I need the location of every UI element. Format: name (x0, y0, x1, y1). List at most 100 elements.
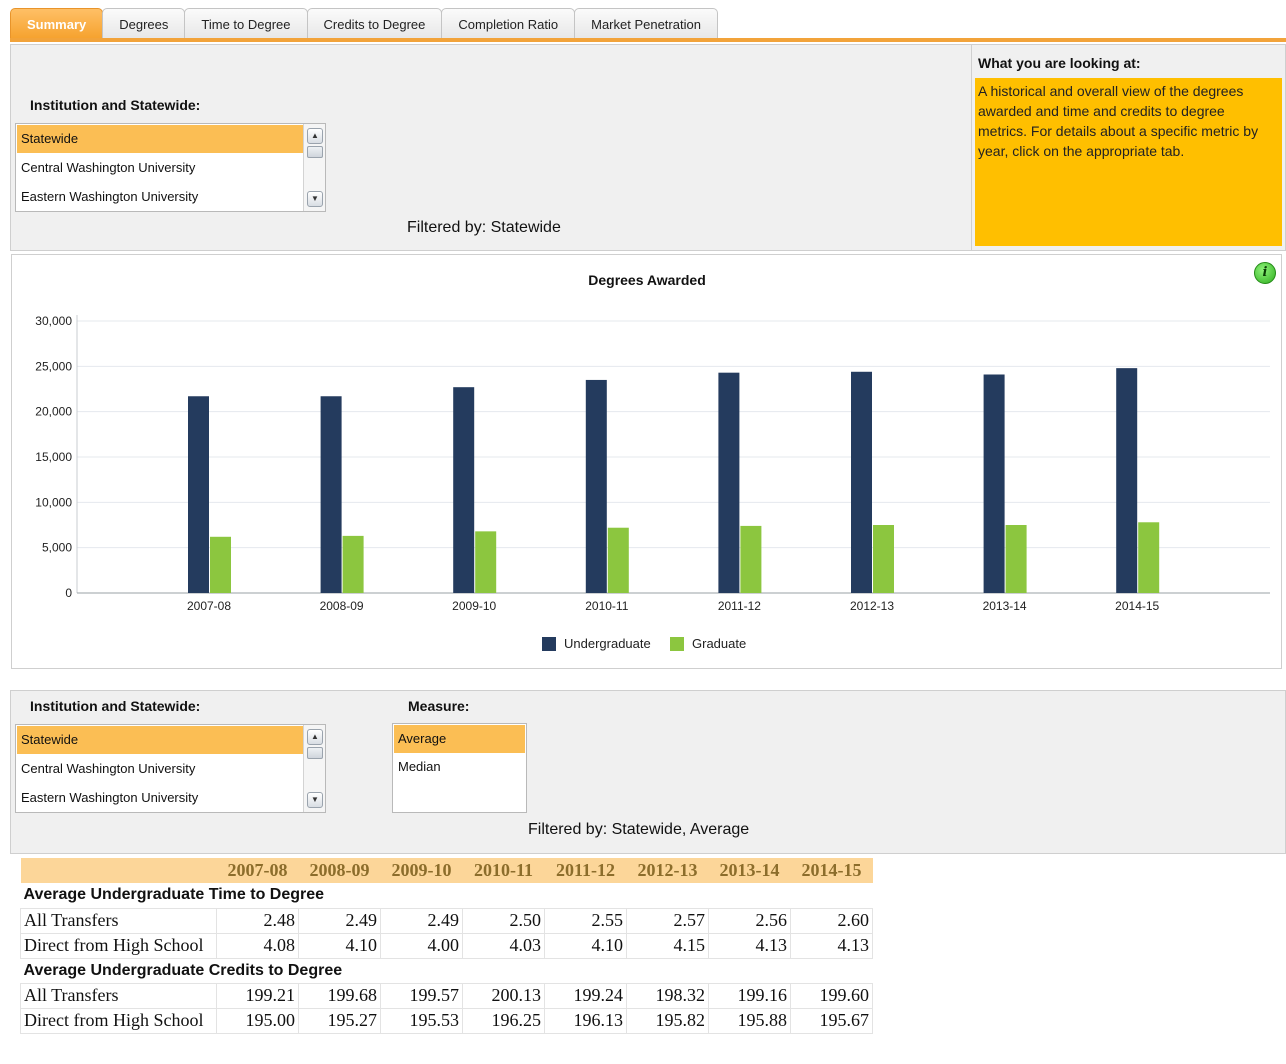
tab-underline (10, 38, 1286, 42)
y-tick-label: 5,000 (42, 541, 72, 555)
table-cell: 4.10 (544, 932, 627, 959)
tab-bar: Summary Degrees Time to Degree Credits t… (10, 8, 718, 40)
graduate-bar (210, 536, 231, 593)
table-cell: 199.16 (708, 982, 791, 1009)
tab-summary[interactable]: Summary (10, 8, 104, 40)
list-item[interactable]: Eastern Washington University (17, 183, 303, 211)
listbox-scrollbar[interactable]: ▲ ▼ (303, 725, 325, 812)
table-cell: 199.57 (380, 982, 463, 1009)
table-cell: 195.82 (626, 1007, 709, 1034)
x-tick-label: 2014-15 (1115, 599, 1159, 613)
table-cell: 199.68 (298, 982, 381, 1009)
section-title: Average Undergraduate Credits to Degree (23, 961, 343, 979)
section-title: Average Undergraduate Time to Degree (23, 886, 325, 904)
column-header: 2012-13 (626, 858, 709, 883)
legend-label: Graduate (692, 636, 746, 651)
y-tick-label: 0 (65, 586, 72, 600)
x-tick-label: 2013-14 (983, 599, 1027, 613)
table-cell: 200.13 (462, 982, 545, 1009)
chart-panel: Degrees Awarded 0 5,000 10,000 15,000 20,000… (11, 254, 1282, 669)
table-row: Direct from High School 195.00 195.27 19… (20, 1007, 873, 1034)
list-item[interactable]: Eastern Washington University (17, 784, 303, 812)
degree-metrics-table: 2007-08 2008-09 2009-10 2010-11 2011-12 … (20, 858, 873, 1034)
scroll-thumb[interactable] (307, 146, 323, 158)
table-cell: 199.21 (216, 982, 299, 1009)
table-cell: 199.24 (544, 982, 627, 1009)
x-tick-label: 2007-08 (187, 599, 231, 613)
undergraduate-bar (188, 396, 209, 593)
list-item[interactable]: Statewide (17, 726, 303, 754)
x-tick-label: 2012-13 (850, 599, 894, 613)
column-header: 2014-15 (790, 858, 873, 883)
list-item[interactable]: Average (394, 725, 525, 753)
table-cell: 196.13 (544, 1007, 627, 1034)
y-tick-label: 20,000 (35, 405, 72, 419)
undergraduate-bar (320, 396, 342, 593)
undergraduate-bar (585, 379, 607, 593)
column-header: 2007-08 (216, 858, 299, 883)
row-label: Direct from High School (20, 932, 217, 959)
column-header: 2009-10 (380, 858, 463, 883)
list-item[interactable]: Central Washington University (17, 154, 303, 182)
table-cell: 198.32 (626, 982, 709, 1009)
institution-listbox[interactable]: Statewide Central Washington University … (15, 123, 326, 212)
row-label: All Transfers (20, 982, 217, 1009)
table-cell: 2.49 (380, 907, 463, 934)
x-tick-label: 2010-11 (585, 599, 628, 613)
list-item[interactable]: Statewide (17, 125, 303, 153)
tab-credits-to-degree[interactable]: Credits to Degree (306, 8, 443, 40)
scroll-thumb[interactable] (307, 747, 323, 759)
tab-time-to-degree[interactable]: Time to Degree (184, 8, 308, 40)
y-tick-label: 25,000 (35, 359, 72, 373)
tab-completion-ratio[interactable]: Completion Ratio (441, 8, 576, 40)
info-icon[interactable]: i (1254, 262, 1276, 284)
table-cell: 4.10 (298, 932, 381, 959)
graduate-bar (607, 527, 629, 593)
table-cell: 2.48 (216, 907, 299, 934)
graduate-bar (1138, 522, 1160, 593)
table-section-row: Average Undergraduate Credits to Degree (21, 958, 873, 983)
table-cell: 195.27 (298, 1007, 381, 1034)
undergraduate-bar (718, 372, 740, 593)
listbox-scrollbar[interactable]: ▲ ▼ (303, 124, 325, 211)
degrees-awarded-chart: Degrees Awarded 0 5,000 10,000 15,000 20,000… (35, 272, 1270, 651)
measure-listbox[interactable]: Average Median (392, 723, 527, 813)
filter-status: Filtered by: Statewide, Average (528, 821, 750, 838)
table-row: All Transfers 199.21 199.68 199.57 200.1… (20, 982, 873, 1009)
y-tick-label: 30,000 (35, 314, 72, 328)
x-tick-label: 2011-12 (718, 599, 761, 613)
graduate-bar (475, 531, 497, 593)
row-label: All Transfers (20, 907, 217, 934)
column-header: 2008-09 (298, 858, 381, 883)
table-cell: 4.03 (462, 932, 545, 959)
undergraduate-bar (1116, 368, 1138, 593)
row-label: Direct from High School (20, 1007, 217, 1034)
table-cell: 2.49 (298, 907, 381, 934)
column-header: 2011-12 (544, 858, 627, 883)
y-tick-label: 10,000 (35, 495, 72, 509)
column-header: 2010-11 (462, 858, 545, 883)
table-corner (20, 858, 217, 883)
scroll-up-icon[interactable]: ▲ (307, 729, 323, 745)
scroll-up-icon[interactable]: ▲ (307, 128, 323, 144)
table-cell: 2.56 (708, 907, 791, 934)
graduate-bar (740, 525, 762, 593)
y-tick-label: 15,000 (35, 450, 72, 464)
tab-market-penetration[interactable]: Market Penetration (574, 8, 718, 40)
list-item[interactable]: Median (394, 753, 525, 781)
scroll-down-icon[interactable]: ▼ (307, 191, 323, 207)
institution-label: Institution and Statewide: (30, 97, 201, 113)
graduate-bar (873, 525, 894, 593)
info-title: What you are looking at: (978, 55, 1141, 71)
table-cell: 199.60 (790, 982, 873, 1009)
table-header-row: 2007-08 2008-09 2009-10 2010-11 2011-12 … (20, 858, 873, 883)
tab-degrees[interactable]: Degrees (102, 8, 186, 40)
table-cell: 2.57 (626, 907, 709, 934)
table-section-row: Average Undergraduate Time to Degree (21, 883, 873, 908)
undergraduate-bar (851, 371, 872, 593)
scroll-down-icon[interactable]: ▼ (307, 792, 323, 808)
institution-listbox[interactable]: Statewide Central Washington University … (15, 724, 326, 813)
x-tick-label: 2009-10 (452, 599, 496, 613)
list-item[interactable]: Central Washington University (17, 755, 303, 783)
undergraduate-bar (453, 387, 475, 593)
